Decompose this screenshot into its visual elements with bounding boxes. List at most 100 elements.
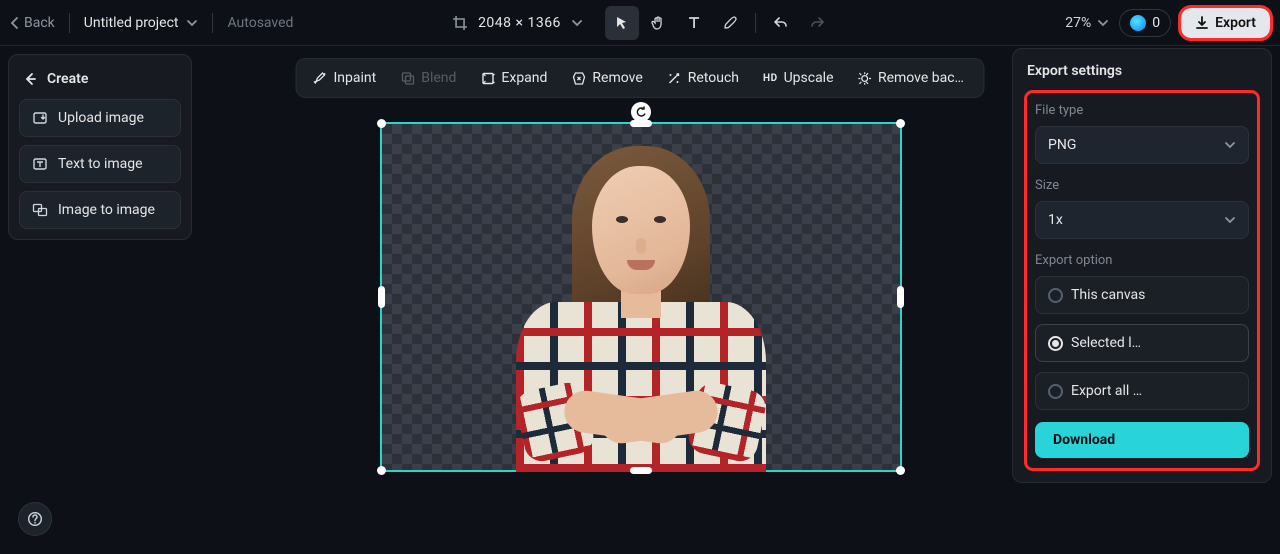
action-label: Remove	[592, 70, 642, 86]
sidebar-item-label: Upload image	[58, 110, 144, 126]
size-select[interactable]: 1x	[1035, 201, 1249, 239]
chevron-down-icon	[186, 18, 198, 28]
resize-handle-sw[interactable]	[377, 466, 386, 475]
export-option-group: This canvas Selected l… Export all …	[1035, 276, 1249, 410]
crop-icon	[452, 15, 468, 31]
action-label: Remove back…	[878, 70, 968, 86]
separator	[755, 13, 756, 33]
pointer-icon	[614, 15, 630, 31]
image-to-image-icon	[32, 202, 48, 218]
credits-icon	[1130, 15, 1146, 31]
credits-value: 0	[1152, 15, 1160, 31]
canvas-subject-person	[501, 132, 781, 472]
zoom-value: 27%	[1065, 15, 1091, 31]
separator	[212, 13, 213, 33]
image-to-image-button[interactable]: Image to image	[19, 191, 181, 229]
project-name: Untitled project	[84, 15, 179, 31]
radio-icon	[1048, 384, 1063, 399]
text-to-image-button[interactable]: Text to image	[19, 145, 181, 183]
chevron-left-icon	[10, 17, 20, 29]
upscale-icon: HD	[763, 73, 778, 84]
canvas-selection[interactable]	[380, 122, 902, 472]
separator	[69, 13, 70, 33]
blend-icon	[400, 71, 415, 86]
export-settings-title: Export settings	[1027, 63, 1257, 79]
export-settings-body: File type PNG Size 1x Export option This…	[1027, 93, 1257, 468]
undo-button[interactable]	[764, 6, 798, 40]
top-bar-center: 2048 × 1366	[446, 6, 834, 40]
remove-button[interactable]: Remove	[561, 63, 652, 93]
help-icon	[27, 511, 43, 527]
size-label: Size	[1035, 178, 1249, 193]
remove-bg-icon	[858, 71, 872, 86]
retouch-button[interactable]: Retouch	[657, 63, 749, 93]
create-label: Create	[47, 71, 88, 87]
zoom-dropdown[interactable]: 27%	[1065, 15, 1109, 31]
brush-tool[interactable]	[713, 6, 747, 40]
export-option-export-all[interactable]: Export all …	[1035, 372, 1249, 410]
pointer-tool[interactable]	[605, 6, 639, 40]
export-option-this-canvas[interactable]: This canvas	[1035, 276, 1249, 314]
export-option-selected-layer[interactable]: Selected l…	[1035, 324, 1249, 362]
expand-icon	[480, 71, 495, 86]
resize-handle-ne[interactable]	[896, 119, 905, 128]
resize-handle-w[interactable]	[378, 286, 385, 308]
file-type-select[interactable]: PNG	[1035, 126, 1249, 164]
redo-icon	[809, 15, 825, 31]
save-status: Autosaved	[227, 15, 293, 31]
radio-label: Selected l…	[1071, 335, 1141, 351]
inpaint-button[interactable]: Inpaint	[302, 63, 386, 93]
file-type-label: File type	[1035, 103, 1249, 118]
action-label: Expand	[501, 70, 547, 86]
remove-background-button[interactable]: Remove back…	[848, 63, 978, 93]
resize-handle-e[interactable]	[897, 286, 904, 308]
radio-label: Export all …	[1071, 383, 1142, 399]
export-settings-panel: Export settings File type PNG Size 1x Ex…	[1012, 48, 1272, 483]
action-label: Blend	[421, 70, 456, 86]
tool-selector	[605, 6, 834, 40]
action-label: Retouch	[688, 70, 739, 86]
size-value: 1x	[1048, 212, 1063, 228]
brush-icon	[722, 15, 738, 31]
arrow-left-icon	[23, 72, 37, 86]
export-button[interactable]: Export	[1181, 8, 1270, 38]
help-button[interactable]	[18, 502, 52, 536]
undo-icon	[773, 15, 789, 31]
inpaint-icon	[312, 71, 327, 86]
create-header[interactable]: Create	[19, 67, 181, 99]
project-name-dropdown[interactable]: Untitled project	[84, 15, 199, 31]
upscale-button[interactable]: HD Upscale	[753, 63, 844, 93]
expand-button[interactable]: Expand	[470, 63, 557, 93]
redo-button[interactable]	[800, 6, 834, 40]
hand-tool[interactable]	[641, 6, 675, 40]
resize-handle-se[interactable]	[896, 466, 905, 475]
remove-icon	[571, 71, 586, 86]
chevron-down-icon	[1097, 18, 1109, 28]
chevron-down-icon	[1224, 140, 1236, 150]
sidebar-item-label: Image to image	[58, 202, 155, 218]
credits-pill[interactable]: 0	[1119, 9, 1171, 37]
radio-icon	[1048, 288, 1063, 303]
resize-handle-nw[interactable]	[377, 119, 386, 128]
upload-image-button[interactable]: Upload image	[19, 99, 181, 137]
chevron-down-icon	[1224, 215, 1236, 225]
dimensions-text: 2048 × 1366	[478, 15, 561, 31]
canvas-dimensions-button[interactable]: 2048 × 1366	[446, 11, 589, 35]
export-option-label: Export option	[1035, 253, 1249, 268]
export-label: Export	[1215, 15, 1256, 31]
upload-image-icon	[32, 110, 48, 126]
back-label: Back	[24, 15, 55, 31]
text-to-image-icon	[32, 156, 48, 172]
resize-handle-s[interactable]	[630, 467, 652, 474]
back-button[interactable]: Back	[10, 15, 55, 31]
download-icon	[1195, 16, 1209, 30]
action-label: Inpaint	[333, 70, 376, 86]
create-sidebar: Create Upload image Text to image Image …	[8, 54, 192, 240]
rotate-handle[interactable]	[631, 102, 651, 122]
resize-handle-n[interactable]	[630, 120, 652, 127]
text-icon	[686, 15, 702, 31]
text-tool[interactable]	[677, 6, 711, 40]
file-type-value: PNG	[1048, 137, 1076, 153]
download-button[interactable]: Download	[1035, 422, 1249, 458]
radio-icon	[1048, 336, 1063, 351]
